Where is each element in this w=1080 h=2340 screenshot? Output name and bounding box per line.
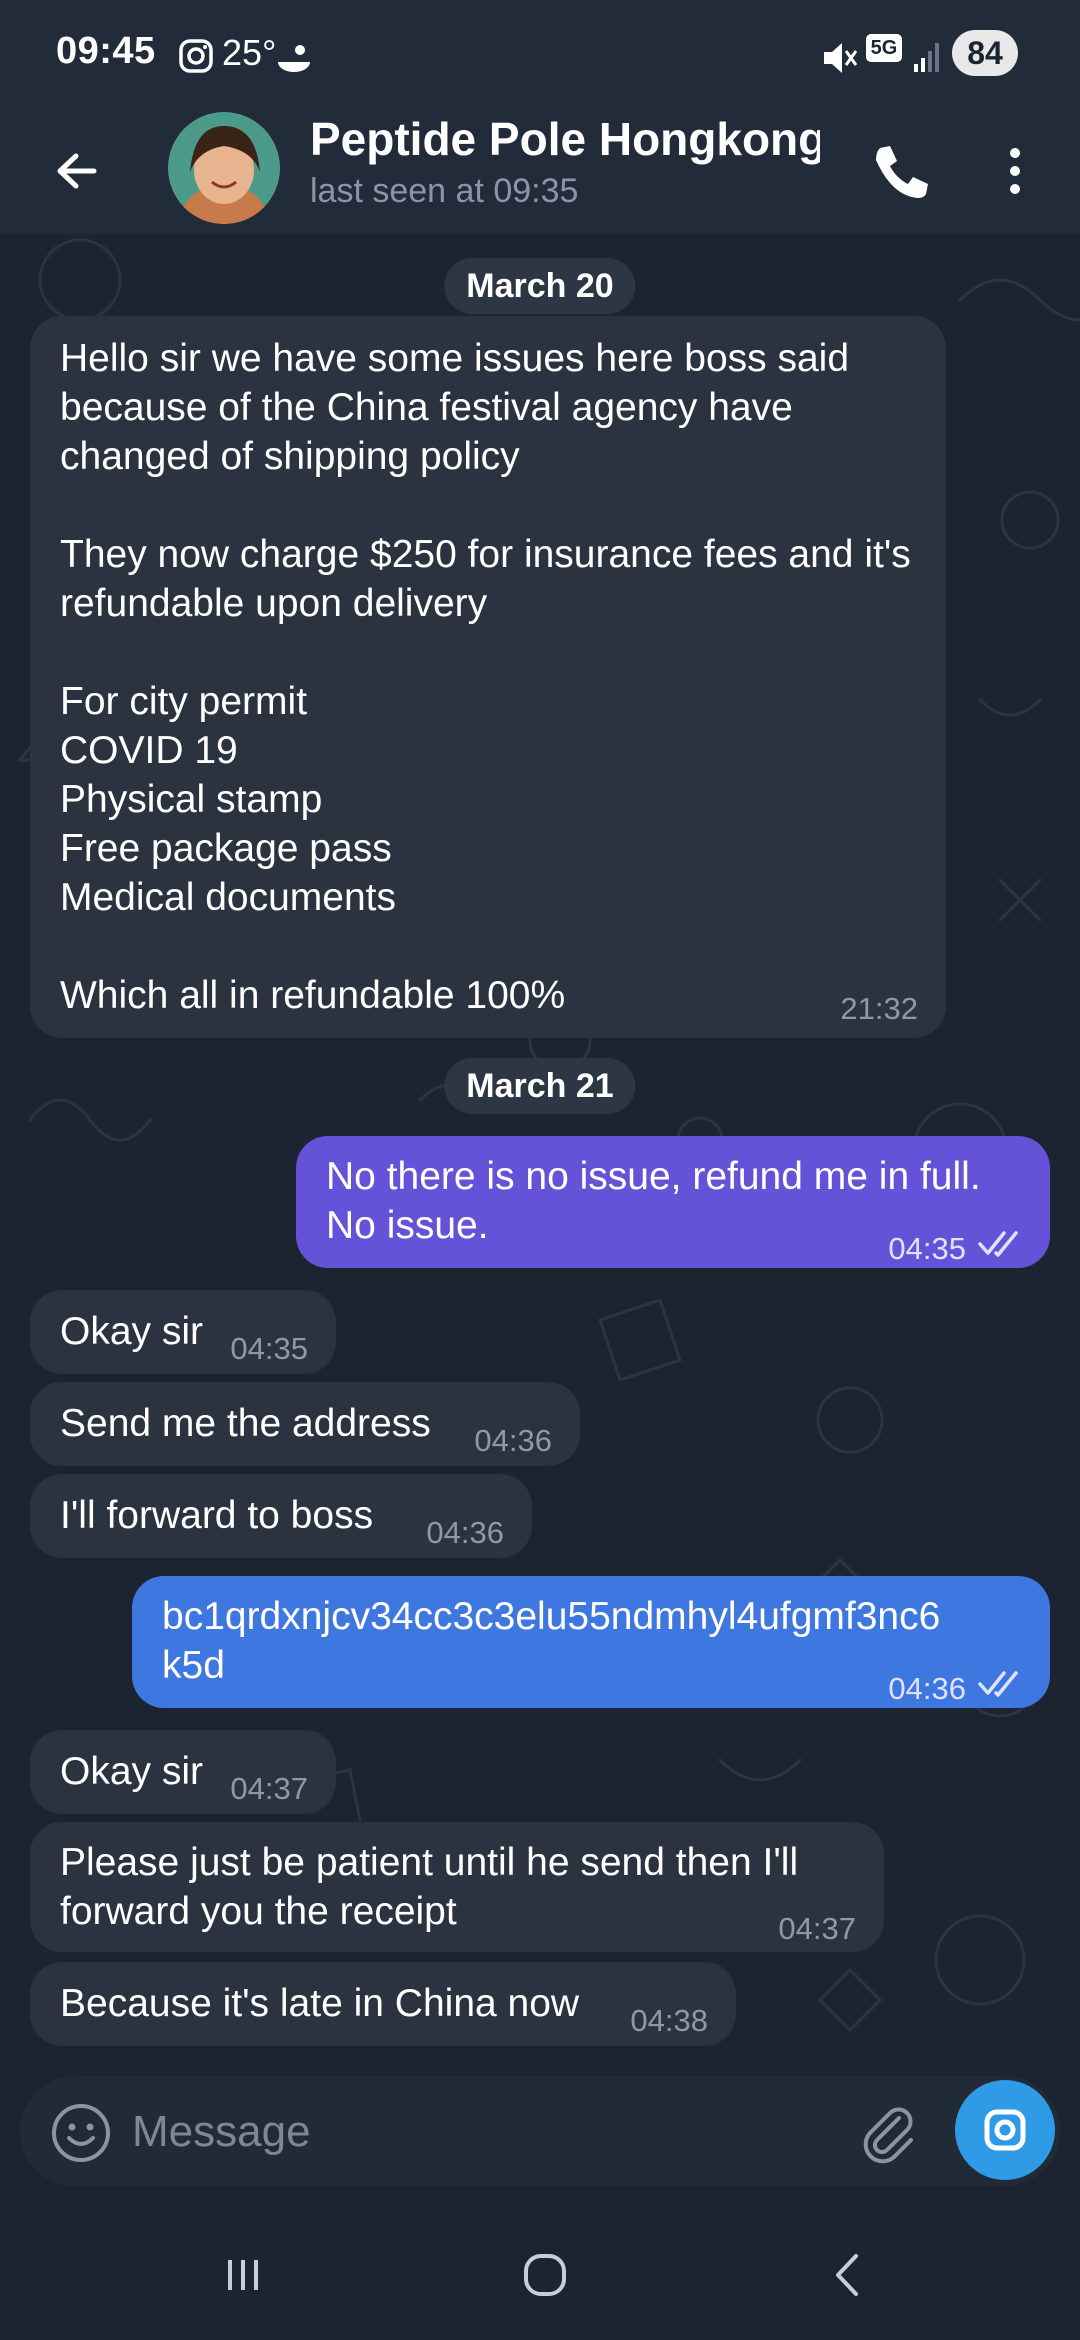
signal-icon — [914, 43, 939, 72]
status-bar: 09:45 25° 5G 84 — [0, 0, 1080, 112]
incoming-message[interactable]: Please just be patient until he send the… — [30, 1822, 884, 1952]
outgoing-message[interactable]: bc1qrdxnjcv34cc3c3elu55ndmhyl4ufgmf3nc6 … — [132, 1576, 1050, 1708]
date-separator: March 21 — [444, 1058, 636, 1114]
weather-icon — [278, 45, 310, 72]
incoming-message[interactable]: I'll forward to boss 04:36 — [30, 1474, 532, 1558]
back-icon[interactable] — [812, 2240, 882, 2310]
system-nav-bar — [0, 2200, 1080, 2340]
camera-button[interactable] — [955, 2080, 1055, 2180]
mute-icon — [824, 43, 858, 73]
message-text: I'll forward to boss — [60, 1494, 374, 1537]
last-seen-status: last seen at 09:35 — [310, 172, 579, 210]
date-separator: March 20 — [444, 258, 636, 314]
message-time: 04:37 — [230, 1771, 308, 1806]
incoming-message[interactable]: Okay sir 04:37 — [30, 1730, 336, 1814]
battery-icon: 84 — [952, 30, 1018, 76]
message-input[interactable] — [130, 2096, 754, 2168]
message-time: 04:35 — [230, 1331, 308, 1366]
message-text: Okay sir — [60, 1310, 204, 1353]
incoming-message[interactable]: Hello sir we have some issues here boss … — [30, 316, 946, 1038]
message-time: 21:32 — [840, 991, 918, 1026]
avatar[interactable] — [168, 112, 280, 224]
message-time: 04:35 — [888, 1231, 966, 1266]
camera-icon — [984, 2109, 1026, 2151]
incoming-message[interactable]: Because it's late in China now 04:38 — [30, 1962, 736, 2046]
message-text: Please just be patient until he send the… — [60, 1841, 799, 1933]
attach-icon[interactable] — [855, 2098, 921, 2164]
incoming-message[interactable]: Send me the address 04:36 — [30, 1382, 580, 1466]
emoji-icon[interactable] — [50, 2102, 112, 2164]
chat-header: Peptide Pole Hongkong last seen at 09:35 — [0, 112, 1080, 234]
back-arrow-icon[interactable] — [42, 136, 112, 206]
incoming-message[interactable]: Okay sir 04:35 — [30, 1290, 336, 1374]
5g-icon: 5G — [866, 34, 902, 62]
more-vertical-icon[interactable] — [990, 136, 1040, 206]
home-icon[interactable] — [510, 2240, 580, 2310]
message-text: Okay sir — [60, 1750, 204, 1793]
message-time: 04:36 — [426, 1515, 504, 1550]
read-receipt-icon — [978, 1671, 1018, 1697]
message-time: 04:38 — [630, 2003, 708, 2038]
read-receipt-icon — [978, 1231, 1018, 1257]
contact-name[interactable]: Peptide Pole Hongkong — [310, 112, 820, 166]
message-text: Send me the address — [60, 1402, 431, 1445]
message-text: Hello sir we have some issues here boss … — [60, 337, 911, 1017]
message-time: 04:37 — [778, 1911, 856, 1946]
message-composer — [20, 2076, 1060, 2186]
message-text: Because it's late in China now — [60, 1982, 580, 2025]
status-time: 09:45 — [56, 30, 156, 72]
message-time: 04:36 — [474, 1423, 552, 1458]
message-time: 04:36 — [888, 1671, 966, 1706]
recents-icon[interactable] — [208, 2240, 278, 2310]
outgoing-message[interactable]: No there is no issue, refund me in full.… — [296, 1136, 1050, 1268]
instagram-icon — [179, 39, 213, 73]
status-temperature: 25° — [222, 32, 277, 73]
phone-icon[interactable] — [862, 136, 932, 206]
